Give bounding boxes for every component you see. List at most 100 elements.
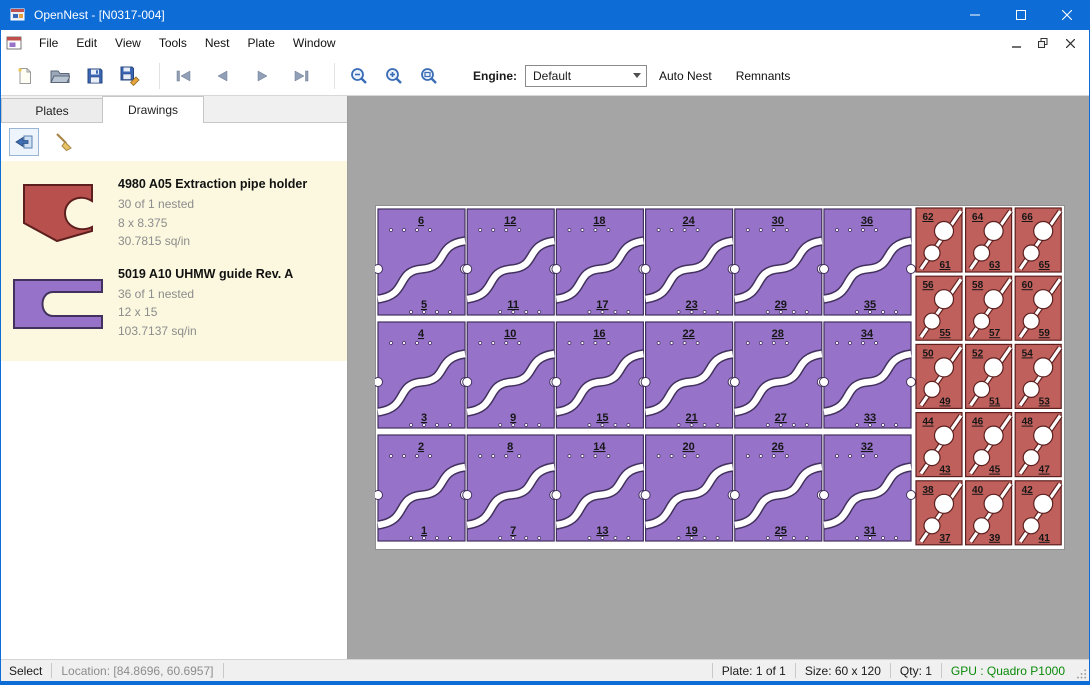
nest-pair-purple[interactable]: 1413 xyxy=(552,435,648,541)
close-button[interactable] xyxy=(1044,0,1090,30)
part-number: 43 xyxy=(939,465,951,476)
previous-plate-button[interactable] xyxy=(208,61,238,91)
nest-pair-purple[interactable]: 21 xyxy=(375,435,470,541)
nest-pair-purple[interactable]: 2019 xyxy=(641,435,737,541)
drawing-title: 4980 A05 Extraction pipe holder xyxy=(118,177,307,191)
nest-pair-purple[interactable]: 2221 xyxy=(641,322,737,428)
nest-pair-purple[interactable]: 2423 xyxy=(641,209,737,315)
part-number: 3 xyxy=(421,412,427,424)
remnants-button[interactable]: Remnants xyxy=(724,61,803,91)
window-controls xyxy=(952,0,1090,30)
nest-pair-purple[interactable]: 1817 xyxy=(552,209,648,315)
menu-file[interactable]: File xyxy=(30,30,67,56)
part-number: 40 xyxy=(972,485,984,496)
menu-tools[interactable]: Tools xyxy=(150,30,196,56)
menu-view[interactable]: View xyxy=(106,30,150,56)
part-number: 38 xyxy=(922,485,934,496)
auto-nest-button[interactable]: Auto Nest xyxy=(647,61,724,91)
last-plate-button[interactable] xyxy=(286,61,316,91)
part-number: 50 xyxy=(922,348,934,359)
mdi-restore-button[interactable] xyxy=(1031,33,1055,53)
nest-pair-red[interactable]: 40 39 xyxy=(966,481,1012,545)
nest-pair-red[interactable]: 6463 xyxy=(966,208,1012,272)
nest-pair-red[interactable]: 52 51 xyxy=(966,344,1012,408)
part-number: 5 xyxy=(421,299,427,311)
nest-pair-purple[interactable]: 109 xyxy=(463,322,559,428)
nest-pair-purple[interactable]: 2625 xyxy=(730,435,826,541)
part-number: 28 xyxy=(772,328,784,340)
menu-nest[interactable]: Nest xyxy=(196,30,239,56)
nest-pair-red[interactable]: 38 37 xyxy=(916,481,962,545)
part-number: 47 xyxy=(1039,465,1051,476)
tab-plates[interactable]: Plates xyxy=(1,98,103,122)
nest-pair-red[interactable]: 4645 xyxy=(966,413,1012,477)
nest-pair-purple[interactable]: 87 xyxy=(463,435,559,541)
nest-pair-purple[interactable]: 1615 xyxy=(552,322,648,428)
nest-pair-purple[interactable]: 3635 xyxy=(820,209,916,315)
save-button[interactable] xyxy=(80,61,110,91)
nest-pair-red[interactable]: 6059 xyxy=(1015,276,1061,340)
part-number: 7 xyxy=(510,525,516,537)
part-number: 17 xyxy=(596,299,608,311)
clean-broom-button[interactable] xyxy=(49,128,79,156)
part-number: 19 xyxy=(685,525,697,537)
zoom-out-button[interactable] xyxy=(344,61,374,91)
part-number: 51 xyxy=(989,396,1001,407)
part-number: 33 xyxy=(864,412,876,424)
zoom-in-button[interactable] xyxy=(379,61,409,91)
new-button[interactable] xyxy=(10,61,40,91)
nest-canvas[interactable]: 6512111817242330293635431091615222128273… xyxy=(348,96,1090,659)
nest-pair-red[interactable]: 6261 xyxy=(916,208,962,272)
part-number: 37 xyxy=(939,533,951,544)
part-number: 52 xyxy=(972,348,984,359)
drawing-title: 5019 A10 UHMW guide Rev. A xyxy=(118,267,293,281)
part-number: 42 xyxy=(1022,485,1034,496)
nest-pair-red[interactable]: 4241 xyxy=(1015,481,1061,545)
menu-edit[interactable]: Edit xyxy=(67,30,106,56)
nest-pair-purple[interactable]: 3231 xyxy=(820,435,916,541)
nest-pair-purple[interactable]: 3029 xyxy=(730,209,826,315)
part-number: 39 xyxy=(989,533,1001,544)
first-plate-button[interactable] xyxy=(169,61,199,91)
tab-drawings[interactable]: Drawings xyxy=(102,96,204,123)
nest-pair-purple[interactable]: 2827 xyxy=(730,322,826,428)
nest-pair-red[interactable]: 5655 xyxy=(916,276,962,340)
nest-pair-purple[interactable]: 43 xyxy=(375,322,470,428)
nest-pair-red[interactable]: 5453 xyxy=(1015,344,1061,408)
nest-pair-red[interactable]: 4443 xyxy=(916,413,962,477)
open-button[interactable] xyxy=(45,61,75,91)
resize-grip[interactable] xyxy=(1074,660,1090,682)
nest-pair-purple[interactable]: 1211 xyxy=(463,209,559,315)
left-panel: Plates Drawings 4980 xyxy=(0,96,348,659)
nest-pair-red[interactable]: 6665 xyxy=(1015,208,1061,272)
nest-pair-purple[interactable]: 34 33 xyxy=(820,322,916,428)
mdi-minimize-button[interactable] xyxy=(1004,33,1028,53)
nest-pair-red[interactable]: 4847 xyxy=(1015,413,1061,477)
zoom-fit-button[interactable] xyxy=(414,61,444,91)
next-plate-button[interactable] xyxy=(247,61,277,91)
nest-pair-purple[interactable]: 65 xyxy=(375,209,470,315)
qty-indicator: Qty: 1 xyxy=(891,664,941,678)
save-as-button[interactable] xyxy=(115,61,145,91)
minimize-button[interactable] xyxy=(952,0,998,30)
part-number: 34 xyxy=(861,328,874,340)
part-number: 21 xyxy=(685,412,697,424)
document-window-icon[interactable] xyxy=(6,36,26,50)
drawing-item-uhmw-guide[interactable]: 5019 A10 UHMW guide Rev. A 36 of 1 neste… xyxy=(0,259,347,349)
menu-window[interactable]: Window xyxy=(284,30,345,56)
engine-select[interactable]: Default xyxy=(525,65,647,87)
nest-pair-red[interactable]: 5049 xyxy=(916,344,962,408)
part-number: 10 xyxy=(504,328,516,340)
menu-plate[interactable]: Plate xyxy=(239,30,284,56)
location-indicator: Location: [84.8696, 60.6957] xyxy=(52,664,222,678)
part-number: 59 xyxy=(1039,328,1051,339)
drawing-nested-count: 36 of 1 nested xyxy=(118,285,293,304)
titlebar: OpenNest - [N0317-004] xyxy=(0,0,1090,30)
maximize-button[interactable] xyxy=(998,0,1044,30)
nest-plate[interactable]: 6512111817242330293635431091615222128273… xyxy=(375,205,1065,550)
flip-part-button[interactable] xyxy=(9,128,39,156)
drawing-item-extraction-pipe-holder[interactable]: 4980 A05 Extraction pipe holder 30 of 1 … xyxy=(0,169,347,259)
mdi-close-button[interactable] xyxy=(1058,33,1082,53)
nest-pair-red[interactable]: 5857 xyxy=(966,276,1012,340)
window-title: OpenNest - [N0317-004] xyxy=(34,8,165,22)
